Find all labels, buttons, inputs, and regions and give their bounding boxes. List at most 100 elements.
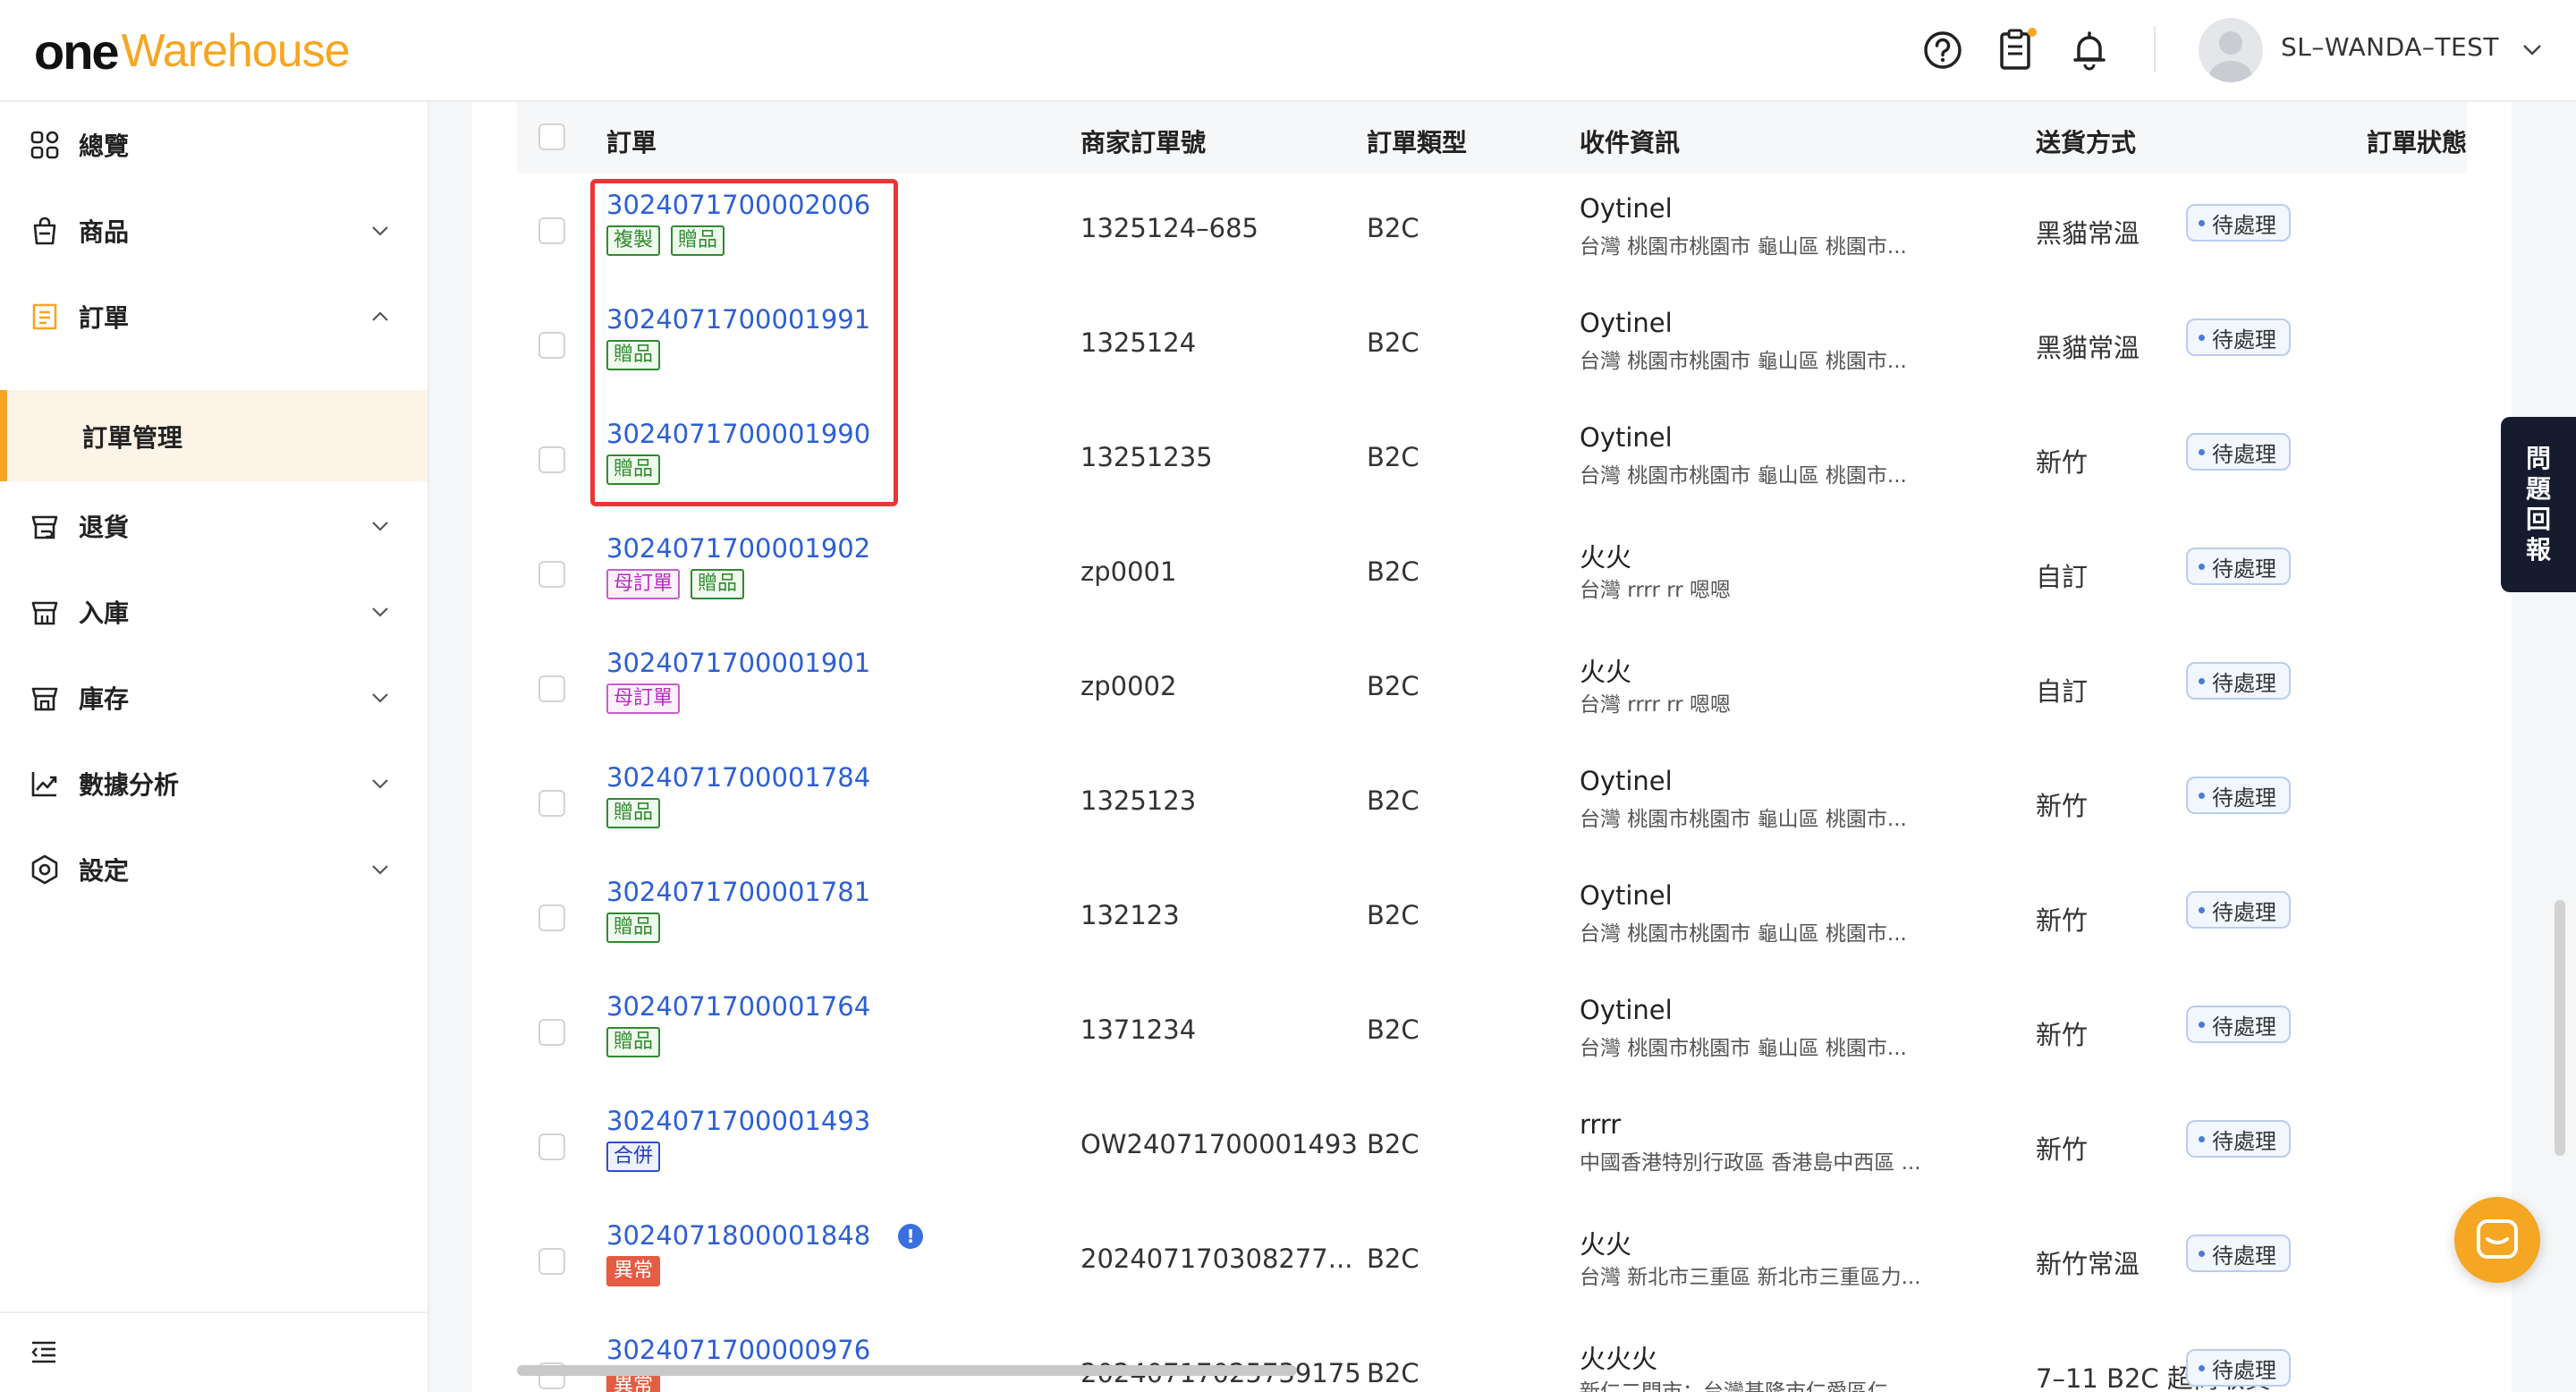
table-row[interactable]: 3024071700000976異常20240717025739175B2C火火… <box>517 1319 2467 1392</box>
sidebar-item-inventory[interactable]: 庫存 <box>0 655 428 741</box>
horizontal-scrollbar[interactable] <box>517 1365 1297 1376</box>
sidebar-item-analytics[interactable]: 數據分析 <box>0 741 428 827</box>
row-checkbox[interactable] <box>538 1133 565 1160</box>
table-row[interactable]: 3024071700001991 贈品 1325124 B2C Oytinel 台灣 桃園… <box>517 288 2467 404</box>
delivery-method: 新竹常溫 <box>2036 1249 2140 1279</box>
order-number-link[interactable]: 3024071700001990 <box>606 419 870 449</box>
column-header-delivery[interactable]: 送貨方式 <box>2036 123 2136 159</box>
sidebar-item-overview[interactable]: 總覽 <box>0 102 428 188</box>
vertical-scrollbar[interactable] <box>2555 900 2565 1156</box>
row-checkbox[interactable] <box>538 675 565 702</box>
row-checkbox[interactable] <box>538 561 565 588</box>
order-tag-parent: 母訂單 <box>606 683 681 714</box>
delivery-method: 新竹 <box>2036 791 2089 821</box>
order-tags: 複製 贈品 <box>606 225 725 256</box>
delivery-method: 新竹 <box>2036 1020 2089 1050</box>
notification-bell-icon[interactable] <box>2066 27 2113 73</box>
top-header: one Warehouse SL–WANDA–TEST <box>0 0 2576 102</box>
order-tags: 異常 <box>606 1256 661 1286</box>
table-row[interactable]: 3024071700001901 母訂單 zp0002 B2C 火火 台灣 rrrr rr… <box>517 632 2467 748</box>
status-dot <box>2199 219 2205 226</box>
notes-icon[interactable] <box>1993 27 2039 73</box>
row-checkbox[interactable] <box>538 1019 565 1046</box>
sidebar-item-returns[interactable]: 退貨 <box>0 483 428 569</box>
merchant-order-number: 202407170308277... <box>1080 1243 1353 1274</box>
status-text: 待處理 <box>2212 327 2276 352</box>
table-header: 訂單 商家訂單號 訂單類型 收件資訊 送貨方式 訂單狀態 <box>517 102 2467 175</box>
table-row[interactable]: 3024071700001781 贈品 132123 B2C Oytinel 台灣 桃園市… <box>517 861 2467 977</box>
logo-one-text: one <box>34 22 120 80</box>
order-tag-gift: 贈品 <box>606 454 661 485</box>
chat-button[interactable] <box>2454 1197 2540 1283</box>
row-checkbox[interactable] <box>538 446 565 473</box>
status-text: 待處理 <box>2212 1243 2276 1269</box>
column-header-order-type[interactable]: 訂單類型 <box>1367 123 1467 159</box>
table-row[interactable]: 3024071700001990 贈品 13251235 B2C Oytinel 台灣 桃… <box>517 403 2467 519</box>
merchant-order-number: 13251235 <box>1080 442 1213 472</box>
row-checkbox[interactable] <box>538 217 565 244</box>
row-checkbox[interactable] <box>538 790 565 817</box>
logo-warehouse-text: Warehouse <box>121 25 351 77</box>
delivery-method: 黑貓常溫 <box>2036 218 2140 249</box>
delivery-method: 自訂 <box>2036 676 2089 707</box>
order-number-link[interactable]: 3024071700001764 <box>606 991 870 1022</box>
column-header-order[interactable]: 訂單 <box>606 123 657 159</box>
recipient-address: 台灣 rrrr rr 嗯嗯 <box>1580 579 1732 602</box>
feedback-button[interactable]: 問 題 回 報 <box>2501 417 2576 592</box>
sidebar-item-label: 商品 <box>79 217 130 247</box>
recipient-address: 中國香港特別行政區 香港島中西區 ... <box>1580 1151 1921 1175</box>
status-dot <box>2199 448 2205 455</box>
sidebar-subitem-order-management[interactable]: 訂單管理 <box>0 390 428 481</box>
collapse-sidebar-icon[interactable] <box>29 1337 59 1367</box>
table-row[interactable]: 3024071700001493 合併 OW24071700001493 B2C rrr… <box>517 1090 2467 1206</box>
table-row[interactable]: 3024071700001764 贈品 1371234 B2C Oytinel 台灣 桃園… <box>517 975 2467 1091</box>
merchant-order-number: zp0002 <box>1080 671 1177 701</box>
table-row[interactable]: 3024071700001784 贈品 1325123 B2C Oytinel 台灣 桃園… <box>517 746 2467 862</box>
column-header-status[interactable]: 訂單狀態 <box>2367 123 2467 159</box>
order-number-link[interactable]: 3024071700000976 <box>606 1335 870 1365</box>
order-number-link[interactable]: 3024071700001902 <box>606 533 870 564</box>
help-icon[interactable] <box>1919 27 1966 73</box>
order-number-link[interactable]: 3024071700001991 <box>606 304 870 335</box>
order-tags: 母訂單 <box>606 683 681 714</box>
sidebar-item-products[interactable]: 商品 <box>0 188 428 274</box>
status-dot <box>2199 677 2205 684</box>
table-row[interactable]: 3024071800001848! 異常 202407170308277... B2C… <box>517 1204 2467 1320</box>
table-row[interactable]: 3024071700001902 母訂單 贈品 zp0001 B2C 火火 台灣 rrrr … <box>517 517 2467 633</box>
sidebar-item-label: 設定 <box>79 856 130 886</box>
order-tag-copy: 複製 <box>606 225 661 256</box>
delivery-method: 新竹 <box>2036 447 2089 478</box>
column-header-merchant-order-no[interactable]: 商家訂單號 <box>1080 123 1206 159</box>
order-number-link[interactable]: 3024071700002006 <box>606 190 870 220</box>
order-number-link[interactable]: 3024071800001848 <box>606 1220 870 1251</box>
sidebar-item-settings[interactable]: 設定 <box>0 827 428 912</box>
warning-info-icon[interactable]: ! <box>898 1224 923 1249</box>
row-checkbox[interactable] <box>538 904 565 931</box>
order-number-link[interactable]: 3024071700001784 <box>606 762 870 793</box>
table-row[interactable]: 3024071700002006 複製 贈品 1325124–685 B2C Oytine… <box>517 174 2467 290</box>
avatar[interactable] <box>2199 18 2263 82</box>
recipient-address: 台灣 桃園市桃園市 龜山區 桃園市... <box>1580 922 1907 946</box>
recipient-name: Oytinel <box>1580 193 1673 224</box>
row-checkbox[interactable] <box>538 1248 565 1275</box>
settings-hexagon-icon <box>31 854 58 885</box>
sidebar-item-inbound[interactable]: 入庫 <box>0 569 428 655</box>
chat-bubble-icon <box>2477 1219 2518 1259</box>
status-dot <box>2199 1364 2205 1371</box>
chevron-down-icon[interactable] <box>2519 36 2546 63</box>
delivery-method: 新竹 <box>2036 905 2089 936</box>
sidebar-subitem-label: 訂單管理 <box>82 423 183 453</box>
order-number-link[interactable]: 3024071700001901 <box>606 648 870 678</box>
order-number-link[interactable]: 3024071700001781 <box>606 877 870 907</box>
row-checkbox[interactable] <box>538 332 565 359</box>
order-number-link[interactable]: 3024071700001493 <box>606 1106 870 1136</box>
user-name[interactable]: SL–WANDA–TEST <box>2281 32 2499 62</box>
chevron-down-icon <box>372 522 388 531</box>
select-all-checkbox[interactable] <box>538 123 565 150</box>
order-tags: 贈品 <box>606 912 661 943</box>
column-header-recipient[interactable]: 收件資訊 <box>1580 123 1680 159</box>
recipient-address: 台灣 桃園市桃園市 龜山區 桃園市... <box>1580 350 1907 373</box>
app-logo[interactable]: one Warehouse <box>34 20 351 82</box>
sidebar-item-orders[interactable]: 訂單 <box>0 274 428 360</box>
status-dot <box>2199 792 2205 799</box>
